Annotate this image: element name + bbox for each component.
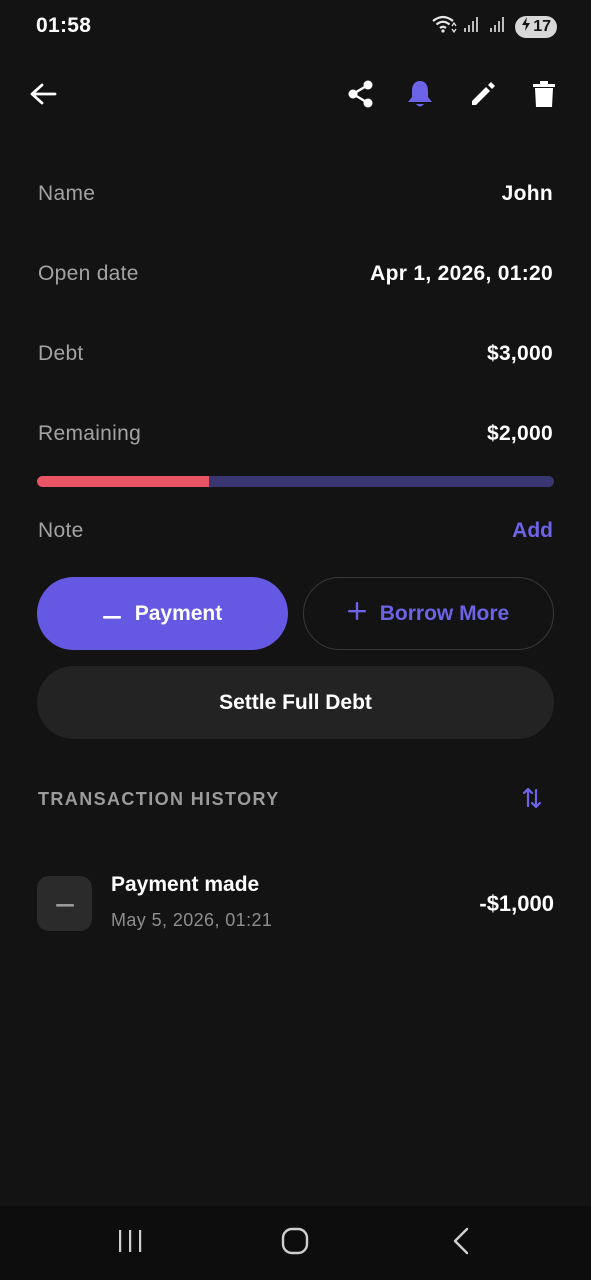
bell-icon: [406, 79, 434, 114]
debt-value: $3,000: [486, 342, 553, 365]
transaction-amount: -$1,000: [479, 891, 554, 916]
pencil-icon: [469, 80, 497, 113]
open-date-value: Apr 1, 2026, 01:20: [370, 262, 553, 285]
settle-full-debt-button[interactable]: Settle Full Debt: [37, 666, 554, 739]
open-date-label: Open date: [38, 262, 139, 285]
sort-arrows-icon: [522, 786, 542, 815]
note-row: Note Add: [38, 519, 553, 543]
remaining-value: $2,000: [486, 422, 553, 445]
transaction-history-title: TRANSACTION HISTORY: [38, 789, 280, 809]
signal-icon: [463, 15, 483, 38]
settle-button-label: Settle Full Debt: [219, 690, 372, 714]
arrow-left-icon: [29, 82, 57, 111]
payment-button-label: Payment: [134, 601, 223, 625]
sort-button[interactable]: [516, 784, 548, 816]
repayment-progress-bar: [37, 476, 554, 487]
name-row: Name John: [38, 182, 553, 206]
debt-row: Debt $3,000: [38, 342, 553, 366]
recent-apps-icon: [117, 1229, 143, 1258]
reminder-button[interactable]: [396, 72, 444, 120]
payment-button[interactable]: Payment: [37, 577, 288, 650]
share-icon: [346, 79, 376, 114]
remaining-row: Remaining $2,000: [38, 422, 553, 446]
name-label: Name: [38, 182, 96, 205]
open-date-row: Open date Apr 1, 2026, 01:20: [38, 262, 553, 286]
battery-charging-icon: [521, 17, 531, 36]
minus-icon: [55, 895, 74, 913]
status-icons: 17: [431, 14, 557, 39]
toolbar: [0, 68, 591, 124]
name-value: John: [501, 182, 553, 205]
transaction-date: May 5, 2026, 01:21: [111, 910, 273, 930]
borrow-more-button[interactable]: Borrow More: [303, 577, 554, 650]
note-label: Note: [38, 519, 84, 542]
transaction-item[interactable]: Payment made May 5, 2026, 01:21 -$1,000: [37, 866, 554, 942]
minus-icon: [102, 602, 121, 626]
delete-button[interactable]: [520, 72, 568, 120]
plus-icon: [347, 601, 366, 626]
back-nav-button[interactable]: [431, 1220, 491, 1266]
signal-icon: [489, 15, 509, 38]
back-button[interactable]: [19, 72, 67, 120]
repayment-progress-fill: [37, 476, 210, 487]
recent-apps-button[interactable]: [100, 1220, 160, 1266]
borrow-more-button-label: Borrow More: [379, 601, 510, 625]
home-button[interactable]: [265, 1220, 325, 1266]
transaction-title: Payment made: [111, 873, 260, 896]
add-note-link[interactable]: Add: [512, 519, 553, 543]
edit-button[interactable]: [459, 72, 507, 120]
debt-label: Debt: [38, 342, 84, 365]
transaction-type-badge: [37, 876, 92, 931]
wifi-icon: [431, 14, 457, 39]
remaining-label: Remaining: [38, 422, 142, 445]
trash-icon: [532, 80, 556, 113]
system-nav-bar: [0, 1206, 591, 1280]
status-bar: 01:58 17: [0, 0, 591, 54]
home-icon: [281, 1227, 309, 1260]
share-button[interactable]: [337, 72, 385, 120]
battery-indicator: 17: [515, 15, 557, 38]
battery-level: 17: [533, 17, 551, 35]
status-time: 01:58: [36, 14, 92, 37]
chevron-left-icon: [452, 1227, 470, 1260]
